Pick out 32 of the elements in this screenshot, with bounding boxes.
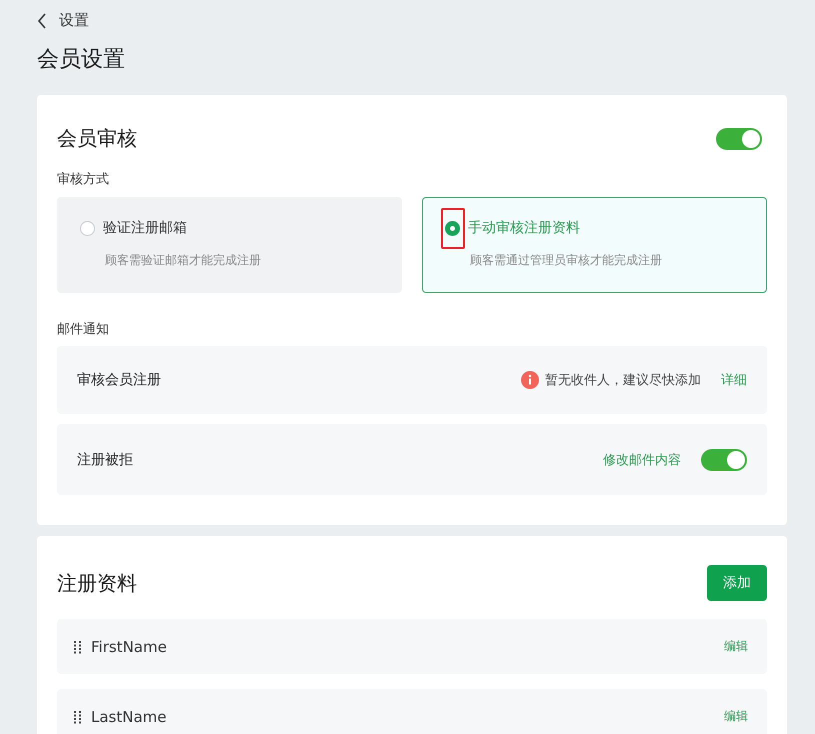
radio-button[interactable] — [445, 220, 460, 236]
drag-handle-icon[interactable] — [74, 710, 81, 724]
warning-message: 暂无收件人，建议尽快添加 — [545, 372, 701, 389]
radio-button[interactable] — [80, 220, 95, 236]
page-title: 会员设置 — [37, 46, 126, 74]
field-name: LastName — [91, 708, 168, 726]
field-row[interactable]: LastName 编辑 — [57, 689, 767, 734]
edit-email-link[interactable]: 修改邮件内容 — [603, 450, 681, 468]
notification-label: 注册被拒 — [77, 450, 133, 468]
option-title: 验证注册邮箱 — [103, 219, 187, 237]
edit-link[interactable]: 编辑 — [724, 708, 748, 725]
toggle-switch[interactable] — [701, 448, 747, 470]
section-title: 会员审核 — [57, 125, 137, 152]
option-description: 顾客需验证邮箱才能完成注册 — [105, 252, 262, 269]
option-card[interactable]: 手动审核注册资料 顾客需通过管理员审核才能完成注册 — [422, 197, 767, 293]
section-label: 邮件通知 — [57, 321, 110, 338]
section-title: 注册资料 — [57, 570, 137, 596]
details-link[interactable]: 详细 — [721, 371, 747, 389]
field-name: FirstName — [91, 638, 168, 656]
section-label: 审核方式 — [57, 171, 110, 188]
warning-icon — [521, 371, 539, 389]
drag-handle-icon[interactable] — [74, 640, 81, 654]
field-row[interactable]: FirstName 编辑 — [57, 619, 767, 674]
notification-label: 审核会员注册 — [77, 371, 161, 389]
back-link[interactable]: 设置 — [37, 11, 89, 30]
option-title: 手动审核注册资料 — [468, 219, 580, 237]
toggle-switch[interactable] — [716, 128, 762, 150]
add-button[interactable]: 添加 — [707, 565, 767, 601]
option-card[interactable]: 验证注册邮箱 顾客需验证邮箱才能完成注册 — [57, 197, 402, 293]
option-description: 顾客需通过管理员审核才能完成注册 — [470, 252, 663, 269]
back-icon — [37, 12, 47, 28]
edit-link[interactable]: 编辑 — [724, 638, 748, 655]
